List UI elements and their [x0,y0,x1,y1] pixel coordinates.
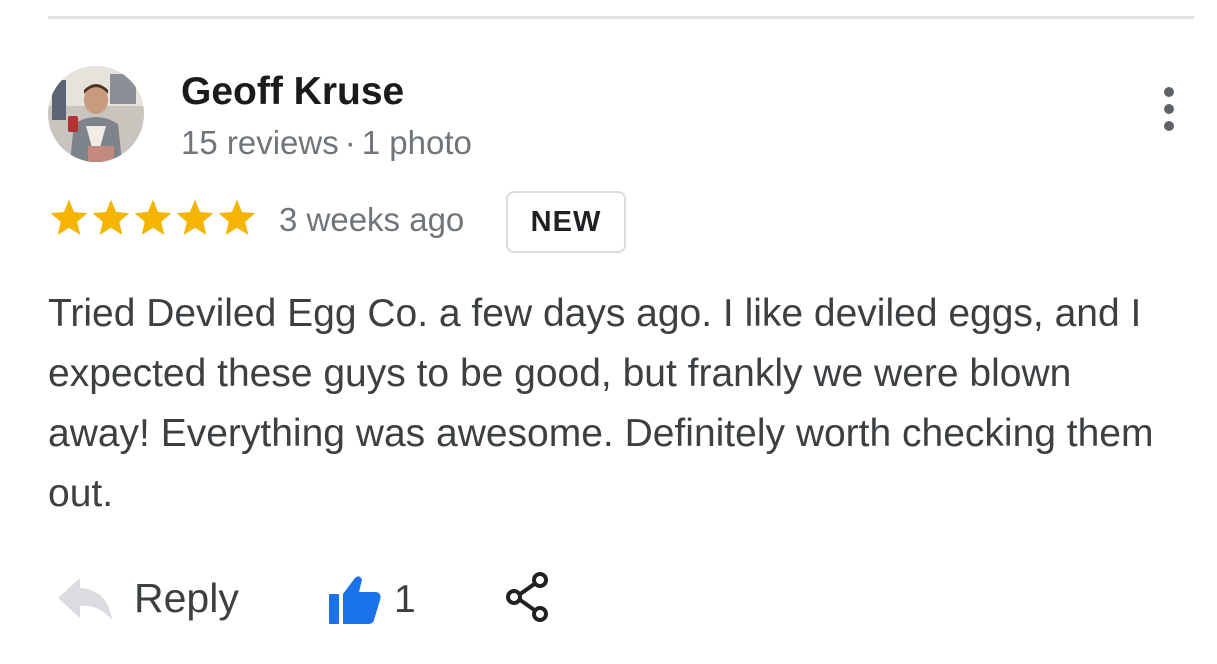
reviews-count: 15 reviews [181,124,339,161]
star-icon [134,199,172,235]
photos-count: 1 photo [361,124,472,161]
reply-button[interactable]: Reply [56,574,239,622]
star-icon [176,199,214,235]
review-time: 3 weeks ago [279,201,465,238]
review-text: Tried Deviled Egg Co. a few days ago. I … [48,292,1154,515]
more-options-button[interactable] [1148,82,1190,136]
new-badge: NEW [506,191,626,253]
share-button[interactable] [504,570,552,629]
reply-label: Reply [134,574,239,621]
star-icon [218,199,256,235]
star-icon [50,199,88,235]
avatar-image [48,66,144,162]
more-vert-icon-dot [1164,104,1174,114]
thumbs-up-icon [329,576,381,624]
avatar[interactable] [48,66,144,162]
author-name[interactable]: Geoff Kruse [181,70,404,114]
star-icon [92,199,130,235]
author-meta: 15 reviews · 1 photo [181,124,472,162]
more-vert-icon [1164,87,1174,97]
share-icon [506,572,548,622]
top-divider [48,16,1194,19]
more-vert-icon-dot [1164,121,1174,131]
meta-separator: · [344,124,356,161]
like-count: 1 [394,578,416,621]
like-button[interactable]: 1 [328,574,416,626]
star-rating [48,196,258,240]
reply-arrow-icon [58,578,112,620]
